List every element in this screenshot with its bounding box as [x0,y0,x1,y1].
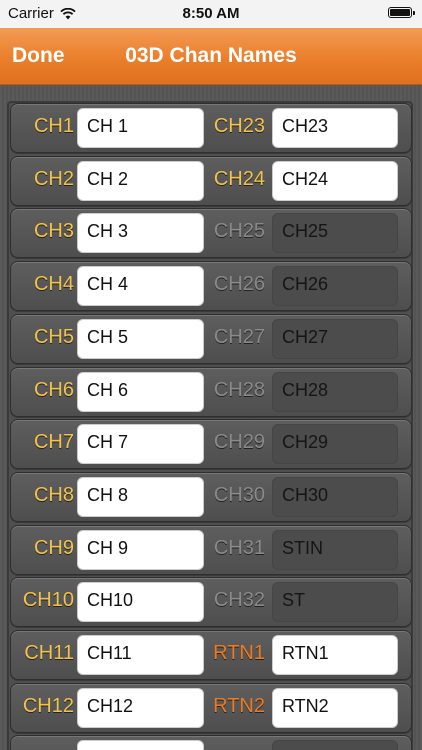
channel-name-field-right [272,740,398,750]
channel-name-field-left[interactable]: CH11 [77,635,204,675]
channel-label-right: CH28 [213,378,265,401]
channel-row [10,735,412,750]
channel-row: CH10 CH10 CH32 ST [10,577,412,628]
channel-label-right: CH27 [213,325,265,348]
channel-label-right: CH24 [213,167,265,190]
status-time: 8:50 AM [182,5,240,22]
channel-name-field-left[interactable]: CH 9 [77,529,204,570]
channel-label-right: CH30 [213,483,265,506]
channel-name-field-right[interactable]: RTN1 [272,635,398,675]
channel-row: CH8 CH 8 CH30 CH30 [10,471,412,522]
channel-label-right: CH31 [213,536,265,559]
channel-name-field-left[interactable]: CH 7 [77,424,204,465]
channel-name-field-right: CH25 [272,213,398,254]
channel-row: CH6 CH 6 CH28 CH28 [10,366,412,417]
channel-name-field-right: CH28 [272,371,398,412]
channel-row: CH2 CH 2 CH24 CH24 [10,155,412,206]
status-bar: Carrier 8:50 AM [0,0,422,28]
channel-row: CH7 CH 7 CH29 CH29 [10,419,412,470]
channel-row: CH3 CH 3 CH25 CH25 [10,208,412,259]
channel-name-field-right: CH27 [272,318,398,359]
channel-name-field-right: STIN [272,529,398,570]
channel-name-field-left[interactable]: CH12 [77,687,204,728]
channel-label-right: CH26 [213,273,265,296]
channel-row: CH1 CH 1 CH23 CH23 [10,103,412,153]
channel-name-field-right[interactable]: CH24 [272,160,398,201]
channel-name-field-right: CH30 [272,476,398,517]
channel-label-right: CH25 [213,220,265,243]
channel-row: CH11 CH11 RTN1 RTN1 [10,630,412,680]
channel-name-field-left[interactable] [77,740,204,750]
channel-label-left: CH7 [33,431,74,454]
channel-name-field-right: ST [272,582,398,623]
channel-label-left: CH3 [33,220,74,243]
channel-label-right: CH32 [213,589,265,612]
channel-name-field-left[interactable]: CH 4 [77,266,204,307]
channel-name-field-right[interactable]: CH23 [272,108,398,148]
done-button[interactable]: Done [12,44,65,68]
channel-name-field-left[interactable]: CH 5 [77,318,204,359]
channel-row: CH5 CH 5 CH27 CH27 [10,313,412,364]
channel-name-field-left[interactable]: CH 8 [77,476,204,517]
channel-label-left: CH2 [33,167,74,190]
channel-label-left: CH9 [33,536,74,559]
channel-label-left: CH6 [33,378,74,401]
channel-row: CH12 CH12 RTN2 RTN2 [10,682,412,733]
channel-name-field-right: CH26 [272,266,398,307]
channel-label-left: CH4 [33,273,74,296]
channel-label-right: RTN2 [213,694,265,717]
channel-label-right: CH29 [213,431,265,454]
channel-name-field-left[interactable]: CH 1 [77,108,204,148]
channel-name-field-left[interactable]: CH 2 [77,160,204,201]
channel-name-field-right: CH29 [272,424,398,465]
channel-label-left: CH10 [22,589,74,612]
channel-list[interactable]: CH1 CH 1 CH23 CH23 CH2 CH 2 CH24 CH24 CH3 CH 3 CH2… [0,85,422,750]
channel-label-left: CH12 [22,694,74,717]
channel-label-left: CH11 [24,642,74,664]
channel-name-field-left[interactable]: CH10 [77,582,204,623]
channel-row: CH4 CH 4 CH26 CH26 [10,261,412,312]
channel-row: CH9 CH 9 CH31 STIN [10,524,412,575]
channel-name-field-right[interactable]: RTN2 [272,687,398,728]
channel-label-right: CH23 [213,115,265,137]
channel-label-left: CH1 [33,115,74,137]
channel-name-field-left[interactable]: CH 3 [77,213,204,254]
channel-label-left: CH5 [33,325,74,348]
battery-icon [388,7,415,18]
channel-label-right: RTN1 [213,642,265,664]
channel-name-field-left[interactable]: CH 6 [77,371,204,412]
channel-label-left: CH8 [33,483,74,506]
nav-bar: 03D Chan Names Done [0,28,422,85]
